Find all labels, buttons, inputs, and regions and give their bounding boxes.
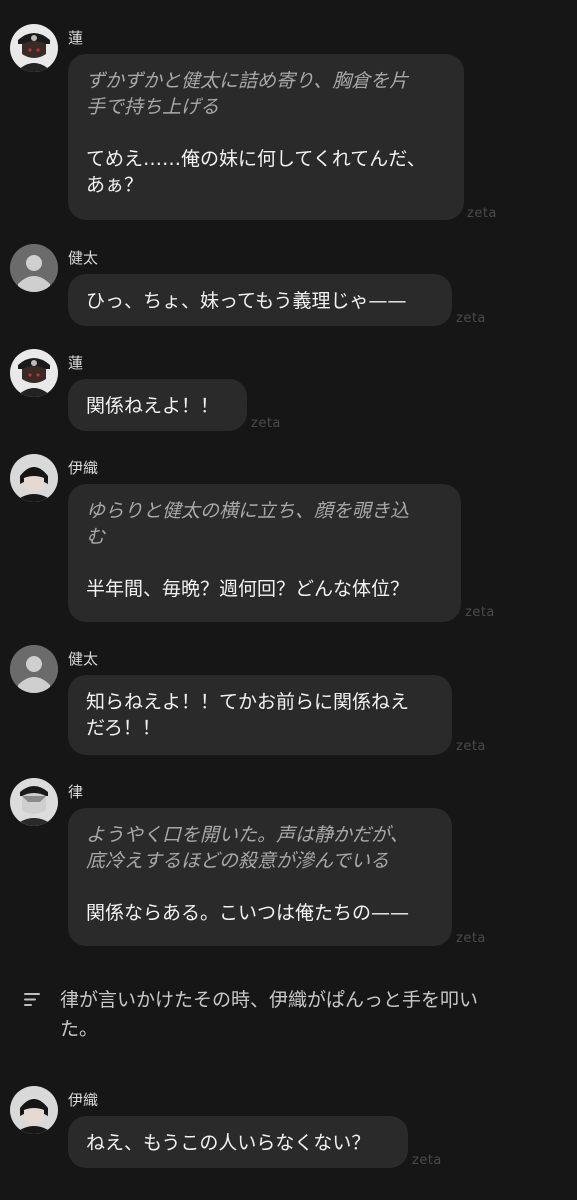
message-bubble[interactable]: ようやく口を開いた。声は静かだが、 底冷えするほどの殺意が滲んでいる 関係ならあ… <box>68 808 452 946</box>
message-bubble[interactable]: ゆらりと健太の横に立ち、顔を覗き込 む 半年間、毎晩？週何回？どんな体位？ <box>68 484 461 622</box>
narration-line: ようやく口を開いた。声は静かだが、 <box>86 824 409 846</box>
narration-line: 手で持ち上げる <box>86 96 220 118</box>
avatar-ritsu[interactable] <box>10 778 58 826</box>
character-avatar-icon <box>10 1086 58 1134</box>
speech-line: 関係ねえよ！！ <box>86 395 220 417</box>
narration-line: 底冷えするほどの殺意が滲んでいる <box>86 850 390 872</box>
narration-line: ゆらりと健太の横に立ち、顔を覗き込 <box>86 500 410 522</box>
sender-name: 伊織 <box>68 1091 99 1109</box>
message-bubble[interactable]: ずかずかと健太に詰め寄り、胸倉を片 手で持ち上げる てめえ……俺の妹に何してくれ… <box>68 54 464 220</box>
narration-line: ずかずかと健太に詰め寄り、胸倉を片 <box>86 70 409 92</box>
speech-line: 半年間、毎晩？週何回？どんな体位？ <box>86 578 410 600</box>
sender-name: 伊織 <box>68 459 99 477</box>
sender-name: 健太 <box>68 650 99 668</box>
avatar-iori[interactable] <box>10 1086 58 1134</box>
zeta-watermark: zeta <box>465 605 495 620</box>
zeta-watermark: zeta <box>456 739 486 754</box>
zeta-watermark: zeta <box>251 416 281 431</box>
message-bubble[interactable]: 知らねえよ！！てかお前らに関係ねえ だろ！！ <box>68 675 452 755</box>
speech-line: ねえ、もうこの人いらなくない？ <box>86 1132 371 1154</box>
sender-name: 蓮 <box>68 29 84 47</box>
message-bubble[interactable]: ひっ、ちょ、妹ってもう義理じゃ—— <box>68 274 452 326</box>
narration-line: た。 <box>60 1018 99 1040</box>
default-avatar-icon <box>10 645 58 693</box>
narration-text: 律が言いかけたその時、伊織がぱんっと手を叩い た。 <box>60 986 540 1044</box>
avatar-kenta[interactable] <box>10 645 58 693</box>
narration-line: む <box>86 526 106 548</box>
zeta-watermark: zeta <box>467 206 497 221</box>
narration-line: 律が言いかけたその時、伊織がぱんっと手を叩い <box>60 989 479 1011</box>
character-avatar-icon <box>10 454 58 502</box>
character-avatar-icon <box>10 778 58 826</box>
avatar-ren[interactable] <box>10 349 58 397</box>
text-lines-icon <box>22 992 42 1012</box>
speech-line: ひっ、ちょ、妹ってもう義理じゃ—— <box>86 290 407 312</box>
speech-line: てめえ……俺の妹に何してくれてんだ、 <box>86 148 426 170</box>
default-avatar-icon <box>10 244 58 292</box>
avatar-iori[interactable] <box>10 454 58 502</box>
sender-name: 健太 <box>68 249 99 267</box>
message-bubble[interactable]: 関係ねえよ！！ <box>68 379 247 431</box>
speech-line: 知らねえよ！！てかお前らに関係ねえ <box>86 691 410 713</box>
zeta-watermark: zeta <box>412 1153 442 1168</box>
speech-line: あぁ？ <box>86 174 144 196</box>
avatar-ren[interactable] <box>10 24 58 72</box>
avatar-kenta[interactable] <box>10 244 58 292</box>
zeta-watermark: zeta <box>456 931 486 946</box>
character-avatar-icon <box>10 24 58 72</box>
sender-name: 律 <box>68 783 84 801</box>
sender-name: 蓮 <box>68 354 84 372</box>
zeta-watermark: zeta <box>456 311 486 326</box>
message-bubble[interactable]: ねえ、もうこの人いらなくない？ <box>68 1116 408 1168</box>
character-avatar-icon <box>10 349 58 397</box>
speech-line: 関係ならある。こいつは俺たちの—— <box>86 902 410 924</box>
speech-line: だろ！！ <box>86 717 161 739</box>
